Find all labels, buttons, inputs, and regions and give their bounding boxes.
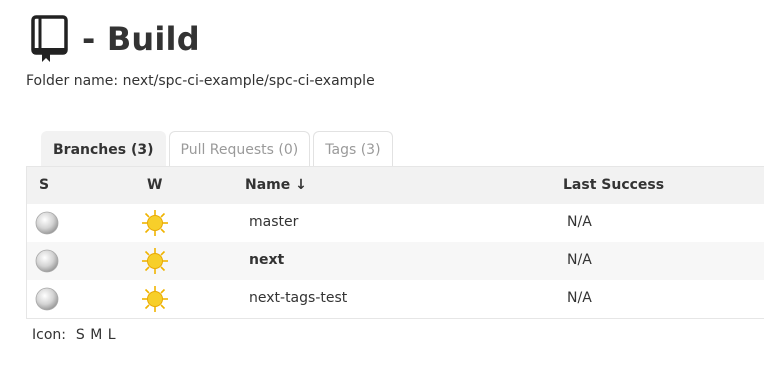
branch-name-link[interactable]: next — [249, 252, 284, 268]
header-last-success[interactable]: Last Success — [563, 177, 664, 193]
table-row: next N/A — [27, 242, 764, 280]
tab-pull-requests[interactable]: Pull Requests (0) — [168, 131, 311, 167]
icon-size-label: Icon: — [32, 327, 66, 343]
folder-name: Folder name: next/spc-ci-example/spc-ci-… — [26, 73, 375, 89]
tab-bar: Branches (3) Pull Requests (0) Tags (3) — [41, 131, 396, 167]
icon-size-large[interactable]: L — [108, 327, 116, 343]
table-row: next-tags-test N/A — [27, 280, 764, 318]
branches-table: S W Name ↓ Last Success master N/A next … — [26, 166, 764, 319]
table-row: master N/A — [27, 204, 764, 242]
icon-size-medium[interactable]: M — [90, 327, 102, 343]
sunny-icon — [142, 210, 168, 236]
icon-size-selector: Icon: S M L — [32, 327, 117, 343]
icon-size-small[interactable]: S — [76, 327, 85, 343]
last-success-value: N/A — [567, 252, 592, 268]
page-header: - Build — [30, 14, 200, 64]
tab-tags[interactable]: Tags (3) — [313, 131, 393, 167]
header-status[interactable]: S — [39, 177, 49, 193]
table-header: S W Name ↓ Last Success — [27, 167, 764, 204]
grey-ball-icon — [35, 249, 59, 273]
grey-ball-icon — [35, 287, 59, 311]
header-weather[interactable]: W — [147, 177, 162, 193]
sunny-icon — [142, 248, 168, 274]
sunny-icon — [142, 286, 168, 312]
grey-ball-icon — [35, 211, 59, 235]
tab-branches[interactable]: Branches (3) — [41, 131, 166, 167]
page-title: - Build — [82, 20, 200, 58]
folder-book-icon — [31, 15, 68, 62]
last-success-value: N/A — [567, 214, 592, 230]
branch-name-link[interactable]: master — [249, 214, 298, 230]
header-name[interactable]: Name ↓ — [245, 177, 307, 193]
branch-name-link[interactable]: next-tags-test — [249, 290, 347, 306]
last-success-value: N/A — [567, 290, 592, 306]
